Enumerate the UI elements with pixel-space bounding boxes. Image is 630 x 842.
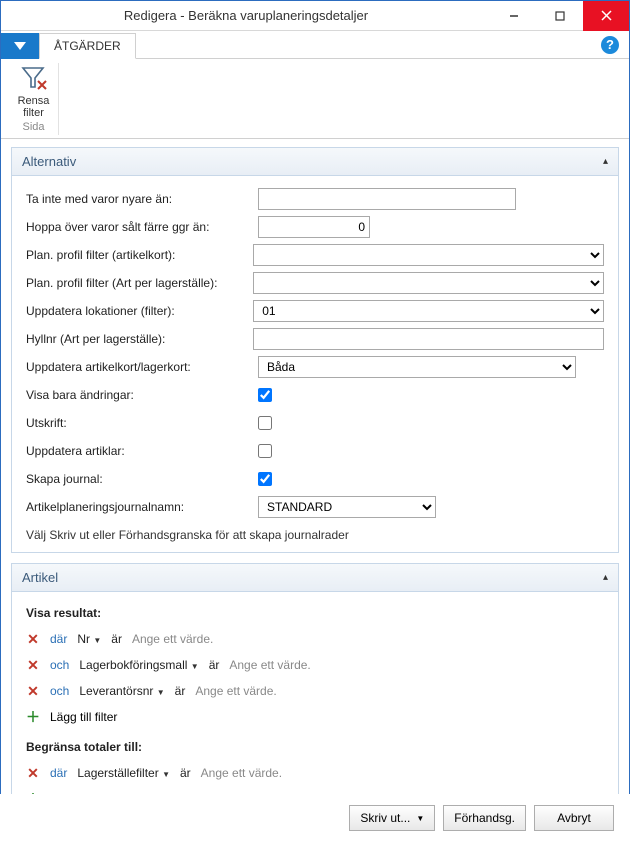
chevron-down-icon: ▼ [191,662,199,671]
filter-is: är [111,632,122,646]
ribbon-tabs: ÅTGÄRDER ? [1,31,629,59]
label-update-artikelkort: Uppdatera artikelkort/lagerkort: [26,360,258,374]
filter-value[interactable]: Ange ett värde. [201,766,282,780]
checkbox-skapa-journal[interactable] [258,472,272,486]
filter-field[interactable]: Lagerbokföringsmall ▼ [79,658,198,672]
section-begransa: Begränsa totaler till: [26,740,604,754]
clear-filter-label: Rensa filter [18,95,50,119]
label-skapa-journal: Skapa journal: [26,472,258,486]
input-hyllnr[interactable] [253,328,604,350]
checkbox-utskrift[interactable] [258,416,272,430]
select-update-artikelkort[interactable]: Båda [258,356,576,378]
print-button[interactable]: Skriv ut... ▼ [349,805,435,831]
footer: Skriv ut... ▼ Förhandsg. Avbryt [0,794,630,842]
checkbox-visa-bara[interactable] [258,388,272,402]
filter-row: ✕ där Nr ▼ är Ange ett värde. [26,626,604,652]
panel-header-artikel[interactable]: Artikel ▴ [12,564,618,592]
panel-header-alternativ[interactable]: Alternativ ▴ [12,148,618,176]
filter-row: ✕ och Lagerbokföringsmall ▼ är Ange ett … [26,652,604,678]
label-hyllnr: Hyllnr (Art per lagerställe): [26,332,253,346]
label-utskrift: Utskrift: [26,416,258,430]
maximize-button[interactable] [537,1,583,31]
preview-button[interactable]: Förhandsg. [443,805,526,831]
filter-is: är [180,766,191,780]
label-uppdatera-artiklar: Uppdatera artiklar: [26,444,258,458]
filter-field[interactable]: Nr ▼ [77,632,101,646]
section-visa-resultat: Visa resultat: [26,606,604,620]
chevron-down-icon: ▼ [416,814,424,823]
label-sold-fewer: Hoppa över varor sålt färre ggr än: [26,220,258,234]
content: Alternativ ▴ Ta inte med varor nyare än:… [1,139,629,841]
help-icon[interactable]: ? [591,31,629,58]
panel-artikel: Artikel ▴ Visa resultat: ✕ där Nr ▼ är A… [11,563,619,823]
panel-body-artikel: Visa resultat: ✕ där Nr ▼ är Ange ett vä… [12,592,618,822]
chevron-down-icon: ▼ [93,636,101,645]
select-update-locations[interactable]: 01 [253,300,604,322]
funnel-clear-icon [20,63,48,93]
filter-value[interactable]: Ange ett värde. [229,658,310,672]
add-filter-row[interactable]: ＋ Lägg till filter [26,704,604,730]
filter-field[interactable]: Leverantörsnr ▼ [79,684,164,698]
minimize-button[interactable] [491,1,537,31]
close-button[interactable] [583,1,629,31]
remove-filter-icon[interactable]: ✕ [26,631,40,648]
filter-value[interactable]: Ange ett värde. [132,632,213,646]
input-newer-than[interactable] [258,188,516,210]
filter-is: är [175,684,186,698]
add-filter-icon: ＋ [26,707,40,727]
panel-title: Artikel [22,570,58,585]
chevron-down-icon: ▼ [157,688,165,697]
filter-keyword: och [50,658,69,672]
panel-title: Alternativ [22,154,76,169]
panel-body-alternativ: Ta inte med varor nyare än: Hoppa över v… [12,176,618,552]
tab-actions[interactable]: ÅTGÄRDER [39,33,136,59]
cancel-button[interactable]: Avbryt [534,805,614,831]
select-plan-profile-art-per[interactable] [253,272,604,294]
remove-filter-icon[interactable]: ✕ [26,765,40,782]
filter-row: ✕ där Lagerställefilter ▼ är Ange ett vä… [26,760,604,786]
chevron-down-icon: ▼ [162,770,170,779]
clear-filter-button[interactable]: Rensa filter Sida [9,63,59,135]
label-newer-than: Ta inte med varor nyare än: [26,192,258,206]
panel-alternativ: Alternativ ▴ Ta inte med varor nyare än:… [11,147,619,553]
ribbon-group-caption: Sida [22,121,44,133]
input-sold-fewer[interactable] [258,216,370,238]
window-buttons [491,1,629,31]
checkbox-uppdatera-artiklar[interactable] [258,444,272,458]
filter-is: är [209,658,220,672]
filter-row: ✕ och Leverantörsnr ▼ är Ange ett värde. [26,678,604,704]
window-title: Redigera - Beräkna varuplaneringsdetalje… [1,8,491,23]
label-plan-profile-artikelkort: Plan. profil filter (artikelkort): [26,248,253,262]
chevron-up-icon: ▴ [603,156,608,167]
filter-keyword: där [50,632,67,646]
filter-field[interactable]: Lagerställefilter ▼ [77,766,170,780]
remove-filter-icon[interactable]: ✕ [26,683,40,700]
label-visa-bara: Visa bara ändringar: [26,388,258,402]
add-filter-label: Lägg till filter [50,710,117,724]
print-button-label: Skriv ut... [360,811,410,825]
file-tab[interactable] [1,33,39,59]
select-plan-profile-artikelkort[interactable] [253,244,604,266]
label-journal-name: Artikelplaneringsjournalnamn: [26,500,258,514]
filter-keyword: och [50,684,69,698]
ribbon-body: Rensa filter Sida [1,59,629,139]
label-plan-profile-art-per: Plan. profil filter (Art per lagerställe… [26,276,253,290]
note-text: Välj Skriv ut eller Förhandsgranska för … [26,528,604,542]
filter-value[interactable]: Ange ett värde. [195,684,276,698]
filter-keyword: där [50,766,67,780]
remove-filter-icon[interactable]: ✕ [26,657,40,674]
select-journal-name[interactable]: STANDARD [258,496,436,518]
label-update-locations: Uppdatera lokationer (filter): [26,304,253,318]
titlebar: Redigera - Beräkna varuplaneringsdetalje… [1,1,629,31]
chevron-up-icon: ▴ [603,572,608,583]
